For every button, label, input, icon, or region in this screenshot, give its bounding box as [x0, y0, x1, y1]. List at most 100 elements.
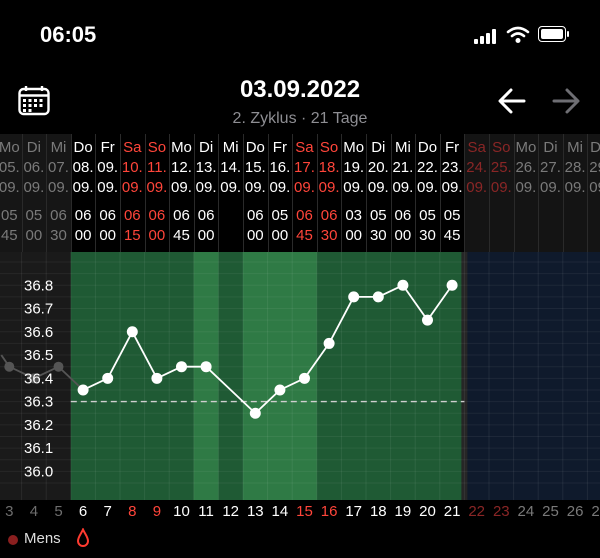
day-wd: Sa [295, 139, 314, 156]
day-d: 19. [343, 159, 365, 176]
temperature-point[interactable] [348, 291, 360, 303]
wifi-icon [506, 26, 530, 43]
temperature-point[interactable] [151, 372, 163, 384]
temperature-point[interactable] [446, 279, 458, 291]
day-t2: 00 [99, 227, 117, 244]
day-t1: 05 [369, 207, 387, 224]
day-column-15[interactable]: Di 20. 09. 05 30 [366, 134, 391, 252]
day-column-18[interactable]: Fr 23. 09. 05 45 [440, 134, 465, 252]
cycle-day-number: 15 [296, 503, 313, 520]
temperature-point[interactable] [299, 372, 310, 384]
day-column-4[interactable]: Fr 09. 09. 06 00 [95, 134, 120, 252]
day-t2: 45 [296, 227, 313, 244]
temperature-point[interactable] [102, 372, 114, 384]
day-m: 09. [269, 179, 291, 196]
day-column-6[interactable]: So 11. 09. 06 00 [145, 134, 170, 252]
back-arrow-button[interactable] [496, 84, 528, 118]
day-t2: 15 [123, 227, 141, 244]
day-column-12[interactable]: Sa 17. 09. 06 45 [292, 134, 317, 252]
day-d: 07. [48, 159, 69, 176]
cycle-day-number: 22 [468, 503, 486, 520]
day-column-16[interactable]: Mi 21. 09. 06 00 [391, 134, 416, 252]
day-m: 09. [490, 179, 512, 196]
day-d: 05. [0, 159, 20, 176]
day-wd: Mi [50, 139, 67, 156]
day-column-8[interactable]: Di 13. 09. 06 00 [194, 134, 219, 252]
day-d: 09. [97, 159, 119, 176]
day-t1 [218, 206, 243, 226]
day-column-10[interactable]: Do 15. 09. 06 00 [243, 134, 268, 252]
day-t1: 06 [394, 207, 412, 224]
day-column-20[interactable]: So 25. 09. [489, 134, 514, 252]
y-tick-label: 36.0 [24, 463, 53, 480]
day-column-22[interactable]: Di 27. 09. [538, 134, 563, 252]
day-m: 09. [564, 179, 586, 196]
day-t1 [514, 206, 539, 226]
day-column-21[interactable]: Mo 26. 09. [513, 134, 539, 252]
day-column-2[interactable]: Mi 07. 09. 06 30 [46, 134, 71, 252]
temperature-point[interactable] [77, 384, 89, 396]
day-column-0[interactable]: Mo 05. 09. 05 45 [0, 134, 22, 252]
day-m: 09. [589, 179, 600, 196]
day-wd: Mi [394, 139, 411, 156]
cycle-day-number: 10 [173, 503, 190, 520]
forward-arrow-button[interactable] [550, 84, 582, 118]
day-column-11[interactable]: Fr 16. 09. 05 00 [268, 134, 293, 252]
column-divider [243, 134, 244, 252]
day-wd: Mo [171, 139, 192, 156]
day-column-17[interactable]: Do 22. 09. 05 30 [415, 134, 440, 252]
temperature-point[interactable] [176, 361, 187, 373]
day-t1: 06 [197, 207, 215, 224]
day-column-24[interactable]: Do 29. 09. [587, 134, 600, 252]
day-wd: Di [371, 139, 386, 156]
day-column-3[interactable]: Do 08. 09. 06 00 [71, 134, 96, 252]
cycle-day-number: 26 [566, 503, 584, 520]
day-d: 11. [147, 159, 167, 176]
temperature-point[interactable] [397, 279, 409, 291]
day-column-14[interactable]: Mo 19. 09. 03 00 [341, 134, 366, 252]
day-m: 09. [121, 179, 143, 196]
day-d: 20. [367, 159, 389, 176]
arrow-right-icon [552, 88, 580, 114]
day-d: 06. [23, 159, 45, 176]
day-column-5[interactable]: Sa 10. 09. 06 15 [120, 134, 145, 252]
column-divider [341, 134, 343, 252]
temperature-point[interactable] [200, 361, 212, 373]
day-column-13[interactable]: So 18. 09. 06 30 [317, 134, 342, 252]
day-m: 09. [23, 179, 45, 196]
day-column-23[interactable]: Mi 28. 09. [562, 134, 588, 252]
column-divider [439, 134, 441, 252]
temperature-point[interactable] [372, 291, 384, 303]
day-column-19[interactable]: Sa 24. 09. [464, 134, 489, 252]
day-d: 25. [490, 159, 512, 176]
y-tick-label: 36.6 [24, 324, 53, 341]
temperature-point[interactable] [274, 384, 286, 396]
day-column-1[interactable]: Di 06. 09. 05 00 [21, 134, 47, 252]
day-t1: 06 [123, 207, 141, 224]
day-d: 08. [72, 159, 94, 176]
mens-dot-icon [8, 535, 18, 545]
day-d: 12. [171, 159, 192, 176]
day-t1 [587, 206, 600, 226]
cycle-day-number: 8 [128, 503, 137, 520]
day-t2: 30 [320, 227, 338, 244]
day-column-7[interactable]: Mo 12. 09. 06 45 [169, 134, 194, 252]
column-divider [562, 134, 564, 252]
day-t1 [538, 206, 563, 226]
day-t2: 00 [246, 227, 264, 244]
day-t1: 06 [320, 207, 338, 224]
drop-icon [76, 528, 90, 547]
column-divider [95, 134, 97, 252]
day-t2: 45 [173, 227, 190, 244]
column-divider [144, 134, 146, 252]
temperature-point[interactable] [422, 314, 433, 326]
temperature-point[interactable] [126, 326, 138, 338]
day-wd: Fr [445, 139, 460, 156]
day-t1 [464, 206, 489, 226]
y-tick-label: 36.8 [24, 277, 53, 294]
temperature-point[interactable] [323, 337, 335, 349]
column-divider [120, 134, 121, 252]
day-column-9[interactable]: Mi 14. 09. [218, 134, 243, 252]
temperature-point[interactable] [249, 407, 261, 419]
cycle-day-number: 7 [103, 503, 112, 520]
